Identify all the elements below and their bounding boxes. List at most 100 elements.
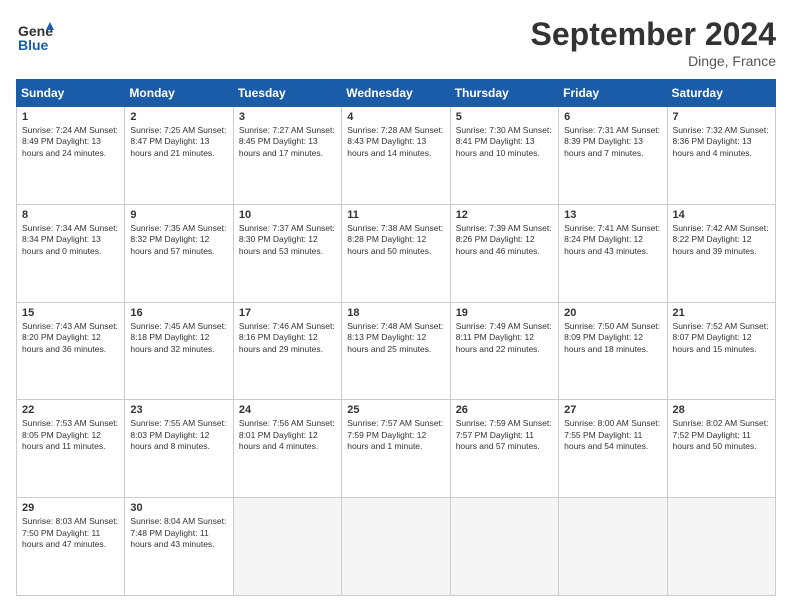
day-number: 21 (673, 307, 770, 319)
day-number: 13 (564, 209, 661, 221)
day-info: Sunrise: 7:39 AM Sunset: 8:26 PM Dayligh… (456, 223, 553, 257)
day-info: Sunrise: 7:45 AM Sunset: 8:18 PM Dayligh… (130, 321, 227, 355)
table-row: 3 Sunrise: 7:27 AM Sunset: 8:45 PM Daylig… (233, 107, 341, 205)
table-row (559, 498, 667, 596)
table-row: 17 Sunrise: 7:46 AM Sunset: 8:16 PM Dayli… (233, 302, 341, 400)
table-row: 24 Sunrise: 7:56 AM Sunset: 8:01 PM Dayli… (233, 400, 341, 498)
day-info: Sunrise: 7:56 AM Sunset: 8:01 PM Dayligh… (239, 418, 336, 452)
day-number: 17 (239, 307, 336, 319)
col-sunday: Sunday (17, 80, 125, 107)
table-row: 16 Sunrise: 7:45 AM Sunset: 8:18 PM Dayli… (125, 302, 233, 400)
col-monday: Monday (125, 80, 233, 107)
day-info: Sunrise: 8:02 AM Sunset: 7:52 PM Dayligh… (673, 418, 770, 452)
table-row (233, 498, 341, 596)
day-info: Sunrise: 7:52 AM Sunset: 8:07 PM Dayligh… (673, 321, 770, 355)
day-number: 16 (130, 307, 227, 319)
day-number: 15 (22, 307, 119, 319)
day-info: Sunrise: 7:41 AM Sunset: 8:24 PM Dayligh… (564, 223, 661, 257)
day-number: 1 (22, 111, 119, 123)
day-number: 30 (130, 502, 227, 514)
svg-text:Blue: Blue (18, 37, 49, 53)
day-number: 14 (673, 209, 770, 221)
day-number: 26 (456, 404, 553, 416)
location-subtitle: Dinge, France (531, 53, 776, 69)
table-row: 12 Sunrise: 7:39 AM Sunset: 8:26 PM Dayli… (450, 204, 558, 302)
day-number: 8 (22, 209, 119, 221)
day-info: Sunrise: 7:57 AM Sunset: 7:59 PM Dayligh… (347, 418, 444, 452)
day-info: Sunrise: 7:30 AM Sunset: 8:41 PM Dayligh… (456, 125, 553, 159)
table-row: 25 Sunrise: 7:57 AM Sunset: 7:59 PM Dayli… (342, 400, 450, 498)
table-row: 2Sunrise: 7:25 AM Sunset: 8:47 PM Daylig… (125, 107, 233, 205)
table-row: 27 Sunrise: 8:00 AM Sunset: 7:55 PM Dayli… (559, 400, 667, 498)
col-tuesday: Tuesday (233, 80, 341, 107)
day-info: Sunrise: 7:24 AM Sunset: 8:49 PM Dayligh… (22, 125, 119, 159)
table-row: 15 Sunrise: 7:43 AM Sunset: 8:20 PM Dayli… (17, 302, 125, 400)
table-row: 20Sunrise: 7:50 AM Sunset: 8:09 PM Dayli… (559, 302, 667, 400)
table-row: 19Sunrise: 7:49 AM Sunset: 8:11 PM Dayli… (450, 302, 558, 400)
table-row: 4Sunrise: 7:28 AM Sunset: 8:43 PM Daylig… (342, 107, 450, 205)
calendar-table: Sunday Monday Tuesday Wednesday Thursday… (16, 79, 776, 596)
table-row: 18 Sunrise: 7:48 AM Sunset: 8:13 PM Dayli… (342, 302, 450, 400)
table-row (667, 498, 775, 596)
table-row: 29Sunrise: 8:03 AM Sunset: 7:50 PM Dayli… (17, 498, 125, 596)
table-row: 11 Sunrise: 7:38 AM Sunset: 8:28 PM Dayli… (342, 204, 450, 302)
day-info: Sunrise: 8:00 AM Sunset: 7:55 PM Dayligh… (564, 418, 661, 452)
table-row: 6 Sunrise: 7:31 AM Sunset: 8:39 PM Daylig… (559, 107, 667, 205)
day-number: 3 (239, 111, 336, 123)
table-row: 9 Sunrise: 7:35 AM Sunset: 8:32 PM Daylig… (125, 204, 233, 302)
table-row: 21 Sunrise: 7:52 AM Sunset: 8:07 PM Dayli… (667, 302, 775, 400)
logo: General Blue (16, 16, 54, 59)
day-info: Sunrise: 7:48 AM Sunset: 8:13 PM Dayligh… (347, 321, 444, 355)
day-number: 25 (347, 404, 444, 416)
table-row (342, 498, 450, 596)
day-number: 4 (347, 111, 444, 123)
day-info: Sunrise: 8:04 AM Sunset: 7:48 PM Dayligh… (130, 516, 227, 550)
day-number: 23 (130, 404, 227, 416)
table-row: 23 Sunrise: 7:55 AM Sunset: 8:03 PM Dayli… (125, 400, 233, 498)
table-row: 30 Sunrise: 8:04 AM Sunset: 7:48 PM Dayli… (125, 498, 233, 596)
day-info: Sunrise: 7:35 AM Sunset: 8:32 PM Dayligh… (130, 223, 227, 257)
table-row: 5 Sunrise: 7:30 AM Sunset: 8:41 PM Daylig… (450, 107, 558, 205)
day-info: Sunrise: 7:46 AM Sunset: 8:16 PM Dayligh… (239, 321, 336, 355)
table-row: 22Sunrise: 7:53 AM Sunset: 8:05 PM Dayli… (17, 400, 125, 498)
day-info: Sunrise: 7:34 AM Sunset: 8:34 PM Dayligh… (22, 223, 119, 257)
day-number: 10 (239, 209, 336, 221)
day-number: 27 (564, 404, 661, 416)
day-number: 9 (130, 209, 227, 221)
week-row-4: 22Sunrise: 7:53 AM Sunset: 8:05 PM Dayli… (17, 400, 776, 498)
table-row: 26 Sunrise: 7:59 AM Sunset: 7:57 PM Dayli… (450, 400, 558, 498)
title-block: September 2024 Dinge, France (531, 16, 776, 69)
table-row: 13 Sunrise: 7:41 AM Sunset: 8:24 PM Dayli… (559, 204, 667, 302)
page-header: General Blue September 2024 Dinge, Franc… (16, 16, 776, 69)
day-info: Sunrise: 7:27 AM Sunset: 8:45 PM Dayligh… (239, 125, 336, 159)
day-info: Sunrise: 7:59 AM Sunset: 7:57 PM Dayligh… (456, 418, 553, 452)
table-row (450, 498, 558, 596)
day-info: Sunrise: 7:55 AM Sunset: 8:03 PM Dayligh… (130, 418, 227, 452)
month-title: September 2024 (531, 16, 776, 53)
table-row: 14 Sunrise: 7:42 AM Sunset: 8:22 PM Dayli… (667, 204, 775, 302)
day-number: 28 (673, 404, 770, 416)
day-info: Sunrise: 8:03 AM Sunset: 7:50 PM Dayligh… (22, 516, 119, 550)
col-saturday: Saturday (667, 80, 775, 107)
day-number: 11 (347, 209, 444, 221)
day-number: 2 (130, 111, 227, 123)
table-row: 28 Sunrise: 8:02 AM Sunset: 7:52 PM Dayli… (667, 400, 775, 498)
day-info: Sunrise: 7:42 AM Sunset: 8:22 PM Dayligh… (673, 223, 770, 257)
logo-icon: General Blue (16, 16, 54, 54)
day-info: Sunrise: 7:38 AM Sunset: 8:28 PM Dayligh… (347, 223, 444, 257)
day-number: 18 (347, 307, 444, 319)
day-number: 6 (564, 111, 661, 123)
day-number: 24 (239, 404, 336, 416)
day-info: Sunrise: 7:43 AM Sunset: 8:20 PM Dayligh… (22, 321, 119, 355)
week-row-1: 1 Sunrise: 7:24 AM Sunset: 8:49 PM Daylig… (17, 107, 776, 205)
calendar-header-row: Sunday Monday Tuesday Wednesday Thursday… (17, 80, 776, 107)
day-info: Sunrise: 7:32 AM Sunset: 8:36 PM Dayligh… (673, 125, 770, 159)
day-info: Sunrise: 7:49 AM Sunset: 8:11 PM Dayligh… (456, 321, 553, 355)
day-number: 5 (456, 111, 553, 123)
day-info: Sunrise: 7:31 AM Sunset: 8:39 PM Dayligh… (564, 125, 661, 159)
week-row-2: 8 Sunrise: 7:34 AM Sunset: 8:34 PM Daylig… (17, 204, 776, 302)
day-info: Sunrise: 7:50 AM Sunset: 8:09 PM Dayligh… (564, 321, 661, 355)
day-info: Sunrise: 7:37 AM Sunset: 8:30 PM Dayligh… (239, 223, 336, 257)
table-row: 10 Sunrise: 7:37 AM Sunset: 8:30 PM Dayli… (233, 204, 341, 302)
day-number: 12 (456, 209, 553, 221)
